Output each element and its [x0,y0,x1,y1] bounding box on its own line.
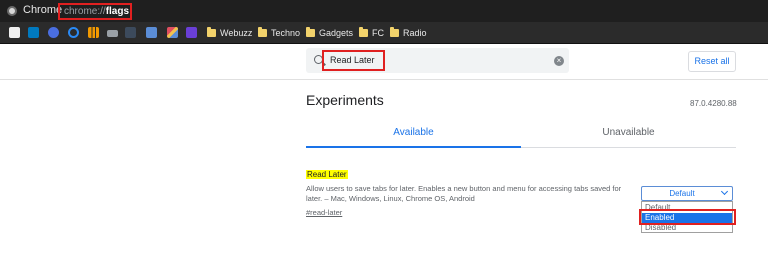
folder-icon [306,27,315,37]
bookmark-folder-label: Webuzz [220,28,253,38]
app-name: Chrome [23,4,63,16]
search-value[interactable]: Read Later [330,55,375,65]
folder-icon [258,27,267,37]
bookmark-folder-gadgets[interactable]: Gadgets [306,26,353,40]
option-enabled[interactable]: Enabled [642,213,732,223]
reset-all-button[interactable]: Reset all [688,51,736,72]
app-icon[interactable] [48,27,59,38]
tab-unavailable[interactable]: Unavailable [521,118,736,148]
car-icon[interactable] [107,30,118,37]
flag-description: Allow users to save tabs for later. Enab… [306,184,622,203]
select-value: Default [669,189,695,198]
rocket-icon[interactable] [167,27,178,38]
page-icon[interactable] [9,27,20,38]
bookmark-folder-fc[interactable]: FC [359,26,384,40]
refresh-icon[interactable] [68,27,79,38]
bookmarks-bar: Webuzz Techno Gadgets FC Radio [0,22,768,44]
chevron-down-icon [720,187,729,196]
bookmark-folder-label: Techno [271,28,301,38]
bookmark-folder-techno[interactable]: Techno [258,26,300,40]
search-input[interactable]: Read Later × [306,48,569,73]
search-annotation-box: Read Later [322,50,385,71]
url-host: flags [105,6,130,17]
flag-name: Read Later [306,170,348,179]
flag-link[interactable]: #read-later [306,208,342,217]
sigma-icon[interactable] [186,27,197,38]
trello-icon[interactable] [28,27,39,38]
title-bar: Chrome chrome://flags [0,0,768,22]
folder-icon [390,27,399,37]
bookmark-folder-label: Gadgets [319,28,354,38]
option-disabled[interactable]: Disabled [642,223,732,233]
clear-icon[interactable]: × [554,56,564,66]
bookmark-folder-radio[interactable]: Radio [390,26,427,40]
chart-icon[interactable] [88,27,99,38]
version-label: 87.0.4280.88 [690,99,737,108]
tab-available[interactable]: Available [306,118,521,148]
page-title: Experiments [306,92,384,108]
flag-state-select[interactable]: Default [641,186,733,201]
calendar-icon[interactable] [146,27,157,38]
address-text[interactable]: chrome://flags [64,6,129,17]
bookmark-folder-label: Radio [403,28,427,38]
chrome-logo-icon [7,6,17,16]
folder-icon [207,27,216,37]
box-icon[interactable] [125,27,136,38]
bookmark-folder-webuzz[interactable]: Webuzz [207,26,252,40]
bookmark-folder-label: FC [372,28,384,38]
folder-icon [359,27,368,37]
address-bar[interactable]: chrome://flags [58,3,132,20]
flag-state-dropdown: Default Enabled Disabled [641,201,733,233]
url-scheme: chrome:// [64,6,106,17]
option-default[interactable]: Default [642,203,732,213]
header-divider [0,79,768,80]
